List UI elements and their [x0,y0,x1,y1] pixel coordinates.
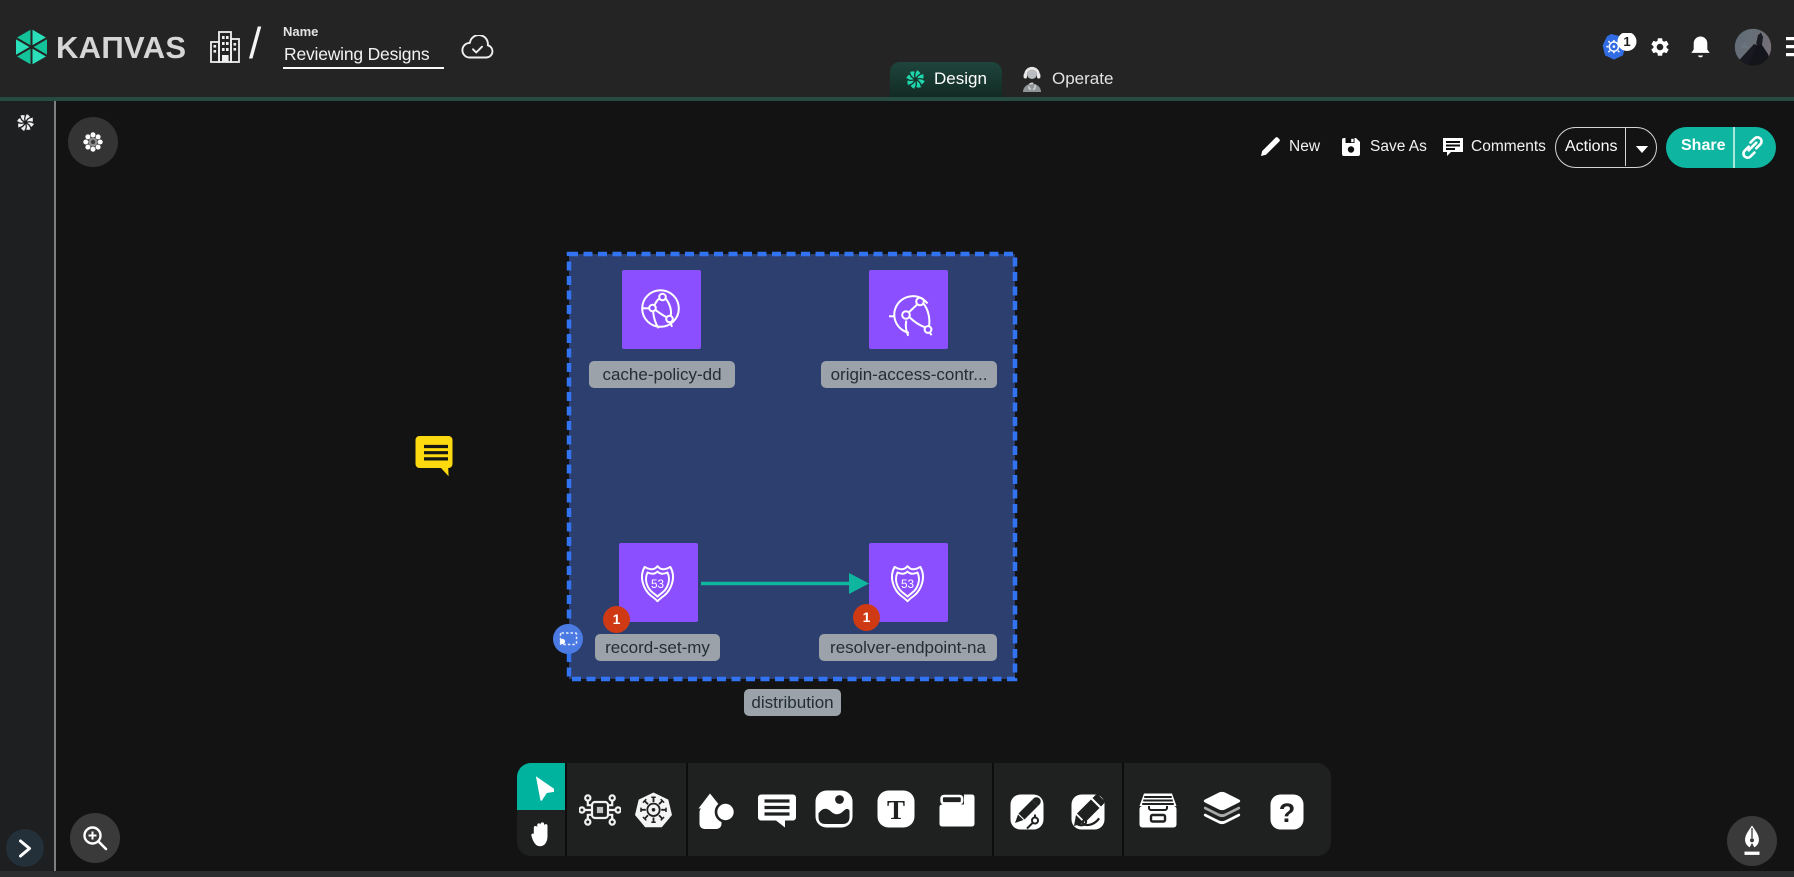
svg-text:1: 1 [1623,34,1630,49]
svg-text:T: T [887,795,905,825]
svg-text:53: 53 [901,578,915,591]
svg-text:?: ? [1279,798,1296,828]
svg-text:53: 53 [651,578,665,591]
